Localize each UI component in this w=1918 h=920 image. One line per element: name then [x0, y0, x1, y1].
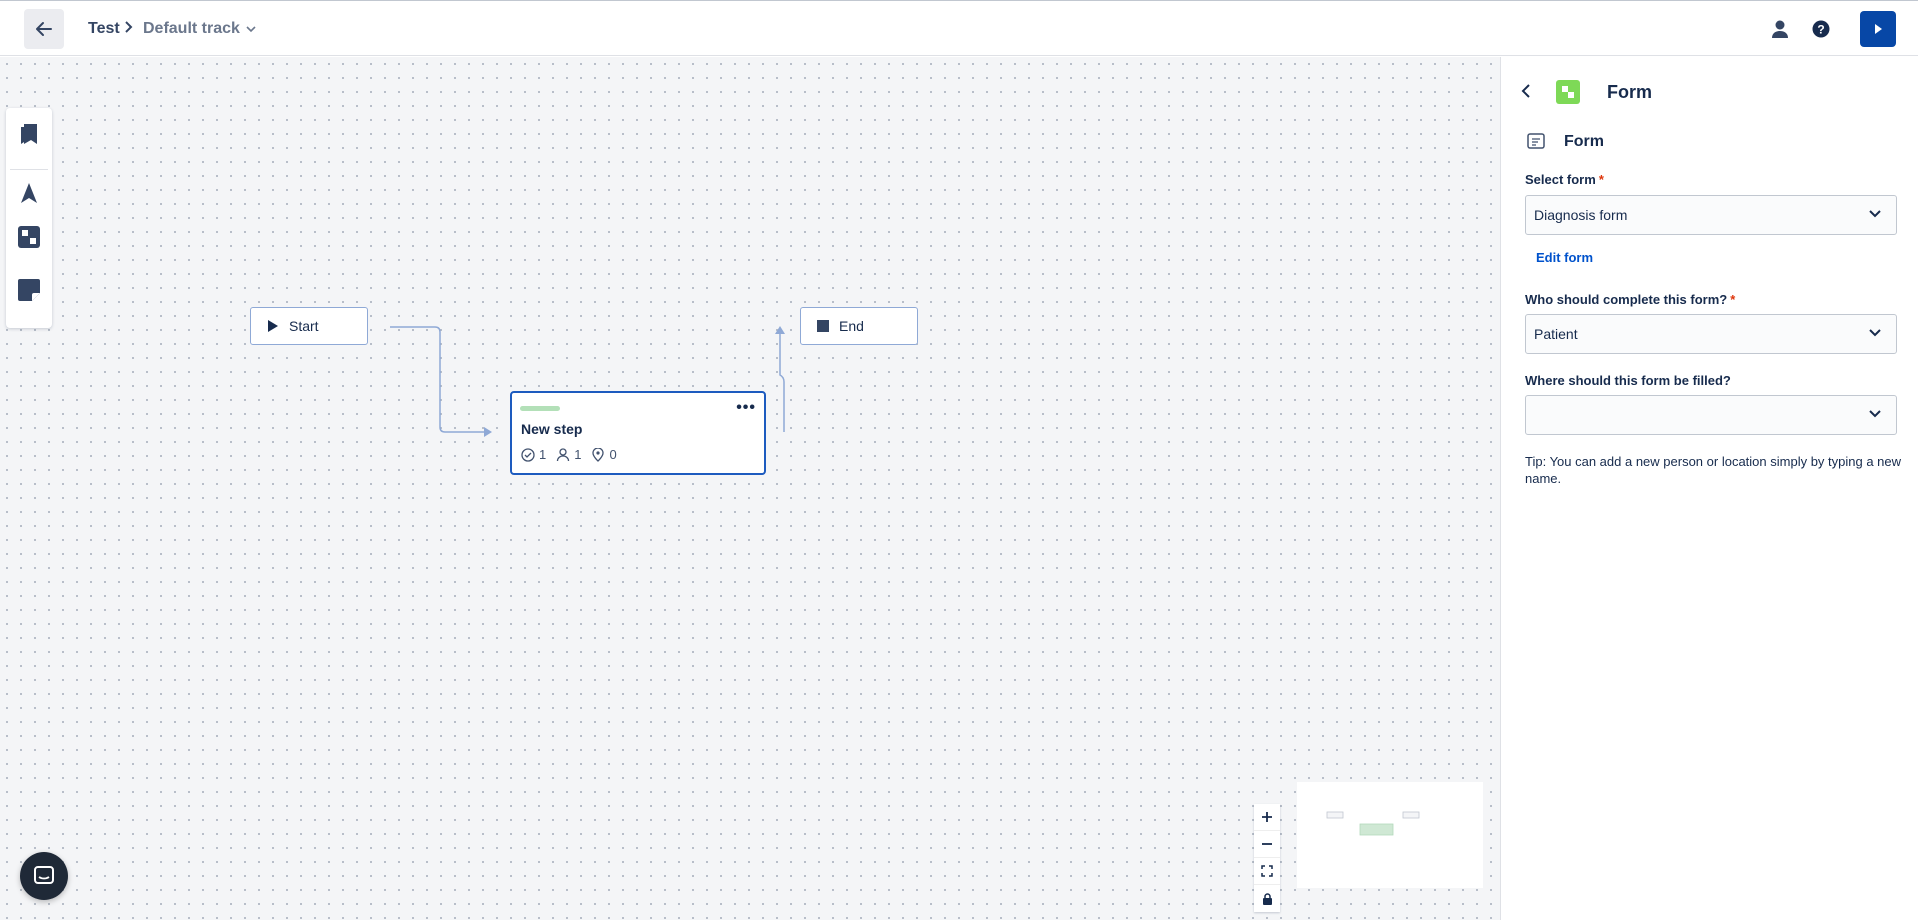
location-pin-icon: [592, 447, 605, 462]
stop-icon: [817, 320, 829, 332]
minimap[interactable]: [1297, 782, 1483, 888]
who-value: Patient: [1534, 326, 1578, 342]
who-label: Who should complete this form? *: [1525, 292, 1735, 307]
user-icon[interactable]: [1768, 17, 1792, 41]
track-label: Default track: [143, 20, 240, 37]
select-form-dropdown[interactable]: Diagnosis form: [1525, 195, 1897, 235]
end-node[interactable]: End: [800, 307, 918, 345]
lock-button[interactable]: [1254, 885, 1280, 912]
check-circle-icon: [521, 447, 535, 462]
section-title: Form: [1564, 133, 1604, 150]
breadcrumb-project[interactable]: Test: [88, 19, 120, 39]
where-label: Where should this form be filled?: [1525, 373, 1731, 388]
lock-icon: [1262, 892, 1272, 905]
chevron-down-icon: [1869, 210, 1881, 218]
step-stats: 1 1 0: [521, 447, 617, 462]
chat-launcher-button[interactable]: [20, 852, 68, 900]
who-dropdown[interactable]: Patient: [1525, 314, 1897, 354]
stat-people: 1: [556, 447, 581, 462]
chevron-right-icon: [124, 20, 134, 40]
form-settings-panel: Form Form Select form * Diagnosis form Ed…: [1500, 57, 1918, 920]
minus-icon: [1262, 843, 1272, 845]
stat-forms-count: 1: [539, 447, 547, 462]
end-node-label: End: [839, 318, 864, 334]
tip-text: Tip: You can add a new person or locatio…: [1525, 454, 1902, 486]
track-selector[interactable]: Default track: [143, 19, 256, 39]
plus-icon: [1262, 812, 1272, 822]
select-form-value: Diagnosis form: [1534, 207, 1628, 223]
note-icon[interactable]: [17, 278, 41, 302]
navigation-icon[interactable]: [17, 181, 41, 205]
required-marker: *: [1730, 292, 1736, 307]
step-accent-bar: [520, 406, 560, 411]
svg-text:?: ?: [1817, 23, 1824, 37]
help-icon[interactable]: ?: [1809, 17, 1833, 41]
select-form-label: Select form *: [1525, 172, 1604, 187]
form-section-icon: [1527, 132, 1545, 155]
form-type-badge: [1556, 80, 1580, 104]
stat-forms: 1: [521, 447, 546, 462]
run-button[interactable]: [1860, 11, 1896, 47]
bookmark-icon[interactable]: [17, 122, 41, 146]
zoom-controls: [1254, 804, 1280, 912]
form-icon: [1562, 86, 1574, 98]
start-node-label: Start: [289, 318, 319, 334]
where-dropdown[interactable]: [1525, 395, 1897, 435]
chevron-down-icon: [1869, 410, 1881, 418]
fullscreen-icon: [1261, 865, 1273, 877]
stat-locations-count: 0: [609, 447, 617, 462]
edge-start-to-step: [390, 326, 490, 433]
stat-people-count: 1: [574, 447, 582, 462]
person-icon: [557, 447, 570, 461]
panel-title: Form: [1607, 82, 1652, 102]
chevron-down-icon: [1869, 329, 1881, 337]
back-button[interactable]: [24, 9, 64, 49]
chat-icon: [34, 866, 54, 884]
who-label-text: Who should complete this form?: [1525, 292, 1728, 307]
edges-layer: [390, 326, 785, 437]
required-marker: *: [1598, 172, 1604, 187]
edge-step-to-end: [779, 329, 785, 432]
step-node[interactable]: ••• New step 1 1 0: [510, 391, 766, 475]
zoom-out-button[interactable]: [1254, 831, 1280, 858]
arrow-left-icon: [36, 22, 52, 36]
form-icon[interactable]: [17, 225, 41, 249]
stat-locations: 0: [591, 447, 617, 462]
chevron-left-icon[interactable]: [1521, 83, 1531, 104]
top-bar: Test Default track ?: [0, 0, 1918, 56]
minimap-nodes: [1326, 811, 1420, 836]
workflow-canvas[interactable]: Start End ••• New step 1 1 0: [0, 57, 1500, 920]
chevron-down-icon: [246, 26, 256, 33]
tool-palette: [6, 108, 52, 328]
select-form-label-text: Select form: [1525, 172, 1596, 187]
zoom-in-button[interactable]: [1254, 804, 1280, 831]
more-options-icon[interactable]: •••: [736, 399, 756, 417]
toolbar-divider: [10, 169, 48, 170]
play-icon: [268, 320, 278, 332]
edit-form-link[interactable]: Edit form: [1536, 250, 1593, 265]
play-icon: [1875, 24, 1882, 34]
start-node[interactable]: Start: [250, 307, 368, 345]
fit-view-button[interactable]: [1254, 858, 1280, 885]
step-title: New step: [521, 421, 583, 437]
